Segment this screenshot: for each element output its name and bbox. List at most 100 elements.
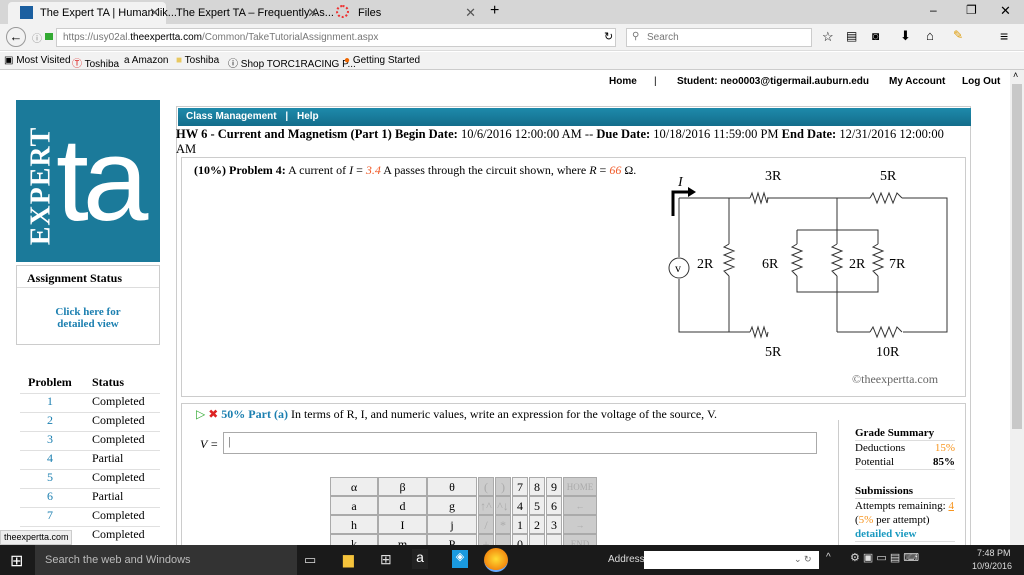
keypad-key[interactable]: a [330, 496, 378, 515]
bookmark-shop-torc1racing[interactable]: ⓘ Shop TORC1RACING P... [228, 55, 356, 70]
keypad-key[interactable]: θ [427, 477, 477, 496]
keypad-key[interactable]: ( [478, 477, 494, 496]
url-bar[interactable]: https://usy02al.theexpertta.com/Common/T… [56, 28, 616, 47]
problem-status: Partial [92, 489, 124, 503]
problem-row[interactable]: 3 Completed [20, 432, 160, 451]
bookmark-getting-started[interactable]: ● Getting Started [344, 55, 420, 66]
address-input[interactable]: ⌄ ↻ [644, 551, 819, 569]
keypad-key[interactable]: ) [495, 477, 511, 496]
class-management-link[interactable]: Class Management [186, 111, 277, 122]
info-icon[interactable]: ⓘ [32, 30, 42, 45]
log-out-link[interactable]: Log Out [962, 76, 1000, 87]
tab-expert-ta-home[interactable]: The Expert TA | Human-lik... ✕ [8, 2, 177, 24]
close-tab-icon[interactable]: ✕ [465, 5, 476, 21]
problem-row[interactable]: 7 Completed [20, 508, 160, 527]
keypad-key[interactable]: 8 [529, 477, 545, 496]
detailed-view-link[interactable]: Click here for detailed view [17, 288, 159, 330]
keypad-key[interactable]: d [378, 496, 427, 515]
tab-faq[interactable]: The Expert TA – Frequently As... ✕ [166, 2, 334, 24]
restore-icon[interactable]: ❐ [966, 3, 977, 17]
menu-separator: | [285, 111, 289, 122]
keypad-key[interactable]: 6 [546, 496, 562, 515]
tab-files[interactable]: Files ✕ [326, 2, 482, 24]
keypad-key[interactable]: ^↓ [495, 496, 511, 515]
play-icon: ▷ [196, 407, 206, 421]
show-hidden-icons[interactable]: ^ [826, 552, 831, 563]
keypad-key[interactable]: 9 [546, 477, 562, 496]
problem-number-link[interactable]: 2 [20, 413, 80, 428]
keypad-key[interactable]: α [330, 477, 378, 496]
close-tab-icon[interactable]: ✕ [307, 5, 318, 21]
menu-icon[interactable]: ≡ [1000, 28, 1008, 44]
detailed-view-link[interactable]: detailed view [855, 527, 955, 541]
scroll-up-icon[interactable]: ˄ [1013, 70, 1018, 80]
bookmark-toshiba[interactable]: Ⓣ Toshiba [72, 55, 119, 70]
reload-icon[interactable]: ↻ [604, 30, 613, 43]
keypad-key[interactable]: / [478, 515, 494, 534]
task-view-icon[interactable]: ▭ [304, 552, 316, 568]
home-link[interactable]: Home [609, 76, 637, 87]
keypad-key[interactable]: ↑^ [478, 496, 494, 515]
keypad-key[interactable]: 7 [512, 477, 528, 496]
close-tab-icon[interactable]: ✕ [149, 5, 160, 21]
keypad-key[interactable]: → [563, 515, 597, 534]
problem-number-link[interactable]: 4 [20, 451, 80, 466]
windows-start-icon[interactable]: ⊞ [10, 551, 23, 571]
problem-number-link[interactable]: 5 [20, 470, 80, 485]
bookmark-most-visited[interactable]: ▣ Most Visited [4, 55, 71, 66]
taskbar-search[interactable]: Search the web and Windows [35, 545, 297, 575]
download-icon[interactable]: ⬇ [900, 28, 911, 44]
problem-number-link[interactable]: 3 [20, 432, 80, 447]
problem-row[interactable]: 1 Completed [20, 394, 160, 413]
clock-time[interactable]: 7:48 PM [977, 548, 1011, 558]
amazon-icon[interactable]: a [412, 549, 428, 569]
scrollbar-thumb[interactable] [1012, 84, 1022, 429]
problem-number-link[interactable]: 6 [20, 489, 80, 504]
pencil-icon[interactable]: ✎ [953, 28, 963, 42]
keypad-key[interactable]: 2 [529, 515, 545, 534]
keypad-key[interactable]: 1 [512, 515, 528, 534]
tray-icons[interactable]: ⚙ ▣ ▭ ▤ ⌨ [850, 551, 919, 564]
app-icon[interactable]: ◈ [452, 550, 468, 568]
bookmark-star-icon[interactable]: ☆ [822, 29, 834, 45]
tab-label: Files [358, 7, 382, 19]
page-scrollbar[interactable]: ˄ [1010, 70, 1024, 545]
problem-row[interactable]: 4 Partial [20, 451, 160, 470]
help-link[interactable]: Help [297, 111, 319, 122]
problem-row[interactable]: 5 Completed [20, 470, 160, 489]
keypad-key[interactable]: j [427, 515, 477, 534]
bookmark-toshiba-folder[interactable]: ■ Toshiba [176, 55, 219, 66]
search-input[interactable]: ⚲ Search [626, 28, 812, 47]
reading-list-icon[interactable]: ▤ [846, 29, 857, 43]
keypad-key[interactable]: β [378, 477, 427, 496]
keypad-key[interactable]: ← [563, 496, 597, 515]
keypad-key[interactable]: h [330, 515, 378, 534]
file-explorer-icon[interactable]: ▆ [343, 551, 354, 568]
keypad-key[interactable]: 4 [512, 496, 528, 515]
answer-input[interactable]: | [223, 432, 817, 454]
bookmark-amazon[interactable]: a Amazon [124, 55, 168, 66]
problem-number-link[interactable]: 7 [20, 508, 80, 523]
expert-ta-logo: EXPERT ta [16, 100, 160, 262]
loading-icon [336, 5, 349, 18]
back-icon[interactable]: ← [6, 27, 26, 47]
home-icon[interactable]: ⌂ [926, 28, 934, 43]
problem-row[interactable]: 6 Partial [20, 489, 160, 508]
pocket-icon[interactable]: ◙ [872, 29, 879, 43]
keypad-key[interactable]: I [378, 515, 427, 534]
keypad-key[interactable]: * [495, 515, 511, 534]
attempts-value: 4 [948, 500, 954, 512]
keypad-key[interactable]: HOME [563, 477, 597, 496]
keypad-key[interactable]: 5 [529, 496, 545, 515]
store-icon[interactable]: ⊞ [380, 551, 392, 568]
close-window-icon[interactable]: ✕ [1000, 3, 1011, 19]
problem-row[interactable]: 2 Completed [20, 413, 160, 432]
keypad-key[interactable]: 3 [546, 515, 562, 534]
firefox-icon[interactable] [484, 548, 508, 572]
clock-date[interactable]: 10/9/2016 [972, 561, 1012, 571]
new-tab-icon[interactable]: + [490, 2, 499, 20]
keypad-key[interactable]: g [427, 496, 477, 515]
problem-number-link[interactable]: 1 [20, 394, 80, 409]
my-account-link[interactable]: My Account [889, 76, 945, 87]
minimize-icon[interactable]: – [930, 3, 937, 17]
